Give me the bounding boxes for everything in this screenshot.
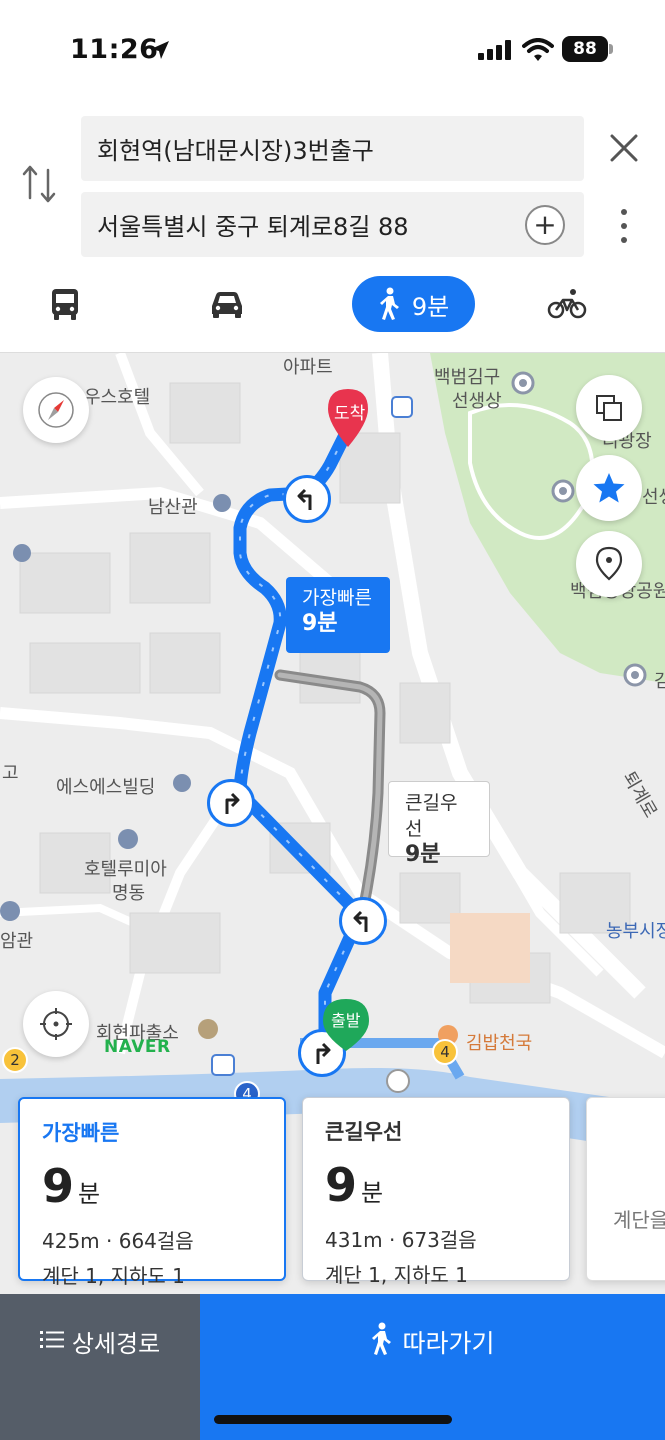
clock: 11:26 [70,34,159,65]
map-label: 백범김구 [434,367,501,388]
add-waypoint-button[interactable]: + [525,205,565,245]
map-label: 김밥천국 [466,1033,533,1054]
status-bar: 11:26 88 [0,0,665,100]
transport-tabs: 9분 [0,272,665,352]
turn-left-icon [353,910,368,932]
map-label: 아파트 [283,357,333,378]
arrival-label: 도착 [334,404,366,424]
start-label: 출발 [331,1011,361,1030]
walking-person-icon [379,287,399,320]
detail-route-label: 상세경로 [71,1330,161,1358]
map-label: 선생 [642,487,665,508]
bus-icon [52,289,78,320]
route-tag-time: 9분 [302,611,338,636]
map-label: 고 [2,763,19,784]
route-card-time: 9분 [325,1160,547,1218]
route-tag-title: 가장빠른 [302,587,372,609]
route-map[interactable]: 아파트 우스호텔 백범김구 선생상 리광장 선생 백범광장공원 남산관 에스에스… [0,352,665,1294]
map-label: 호텔루미아 [84,859,167,880]
swap-direction-icon[interactable] [20,162,60,206]
walking-person-icon [372,1322,392,1355]
car-icon [212,292,242,318]
follow-route-label: 따라가기 [402,1329,495,1358]
close-icon[interactable] [604,128,644,168]
naver-logo: NAVER [104,1037,171,1057]
tab-transit[interactable] [30,276,100,332]
location-arrow-icon [151,41,169,59]
turn-right-icon [225,792,240,814]
route-card-time-unit: 분 [78,1180,101,1208]
route-card-fastest[interactable]: 가장빠른 9분 425m · 664걸음 계단 1, 지하도 1 [18,1097,286,1288]
route-card-big-road[interactable]: 큰길우선 9분 431m · 673걸음 계단 1, 지하도 1 [302,1097,570,1287]
route-card-time-value: 9 [42,1159,75,1213]
layers-icon [596,395,622,421]
favorites-button[interactable] [576,455,642,521]
more-options-icon[interactable] [612,206,636,246]
list-icon [39,1331,64,1348]
tab-car[interactable] [192,276,262,332]
plus-icon: + [533,208,557,241]
turn-left-marker[interactable] [283,475,331,523]
compass-icon [38,392,74,428]
turn-right-marker[interactable] [207,779,255,827]
destination-text: 서울특별시 중구 퇴계로8길 88 [97,213,409,241]
map-pin-icon [595,546,623,581]
star-icon [593,473,625,503]
tab-walk[interactable]: 9분 [352,276,475,332]
route-tag-title: 큰길우선 [405,792,458,840]
turn-left-icon [297,488,312,510]
map-label: 선생상 [452,391,502,412]
route-tag-big-road[interactable]: 큰길우선 9분 [388,781,490,867]
route-card-time-value: 9 [325,1158,358,1212]
tab-bicycle[interactable] [530,276,604,332]
turn-left-marker[interactable] [339,897,387,945]
route-tag-time: 9분 [405,842,441,867]
route-card-title: 큰길우선 [325,1120,403,1144]
wifi-icon [522,38,554,61]
place-button[interactable] [576,531,642,597]
battery-indicator: 88 [562,36,608,62]
route-card-time-unit: 분 [361,1179,384,1207]
route-card-partial[interactable]: 계단을 [586,1097,665,1281]
route-card-time: 9분 [42,1161,262,1219]
destination-input[interactable]: 서울특별시 중구 퇴계로8길 88 [81,192,584,257]
my-location-button[interactable] [23,991,89,1057]
map-label: 김 [654,667,665,693]
layers-button[interactable] [576,375,642,441]
map-label: 에스에스빌딩 [56,777,156,798]
cellular-signal-icon [478,40,511,60]
map-label: 우스호텔 [84,387,151,408]
map-label: 남산관 [148,497,198,518]
map-label: 농부시정 [606,921,665,942]
map-label: 명동 [112,883,146,904]
crosshair-icon [40,1008,72,1040]
home-indicator [214,1415,452,1424]
route-card-distance: 425m · 664걸음 [42,1229,194,1253]
battery-tip [609,44,613,54]
origin-input[interactable]: 회현역(남대문시장)3번출구 [81,116,584,181]
route-tag-fastest[interactable]: 가장빠른 9분 [286,577,390,653]
route-card-partial-text: 계단을 [613,1208,665,1232]
route-card-distance: 431m · 673걸음 [325,1228,477,1252]
bicycle-icon [547,289,587,319]
map-label: 암관 [0,931,34,952]
route-card-info: 계단 1, 지하도 1 [325,1263,468,1287]
route-card-title: 가장빠른 [42,1121,120,1145]
route-card-info: 계단 1, 지하도 1 [42,1264,185,1288]
walk-time-label: 9분 [411,292,450,321]
compass-button[interactable] [23,377,89,443]
detail-route-button[interactable]: 상세경로 [0,1294,200,1440]
road-badge: 4 [432,1039,458,1065]
road-badge: 2 [2,1047,28,1073]
